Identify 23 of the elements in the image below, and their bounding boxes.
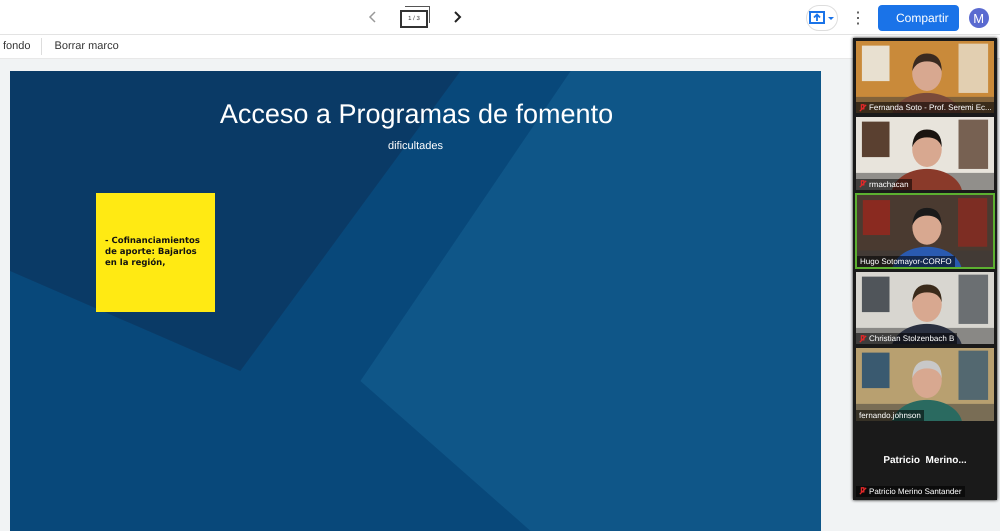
toolbar-item[interactable]: fondo (0, 40, 41, 52)
slide-subtitle: dificultades (388, 140, 444, 152)
account-avatar[interactable]: M (968, 8, 989, 28)
share-button[interactable]: Compartir (878, 5, 959, 31)
participant-name: Fernanda Soto - Prof. Seremi Ec... (869, 103, 992, 112)
more-menu[interactable]: ⋮ (848, 8, 868, 28)
video-tile[interactable]: Christian Stolzenbach B (855, 270, 995, 346)
video-tile[interactable]: rmachacan (855, 116, 995, 191)
video-tile[interactable]: fernando.johnson (855, 347, 995, 422)
video-tile[interactable]: Fernanda Soto - Prof. Seremi Ec... (855, 40, 995, 114)
video-tile[interactable]: Hugo Sotomayor-CORFO (855, 192, 995, 269)
participant-name: Patricio Merino Santander (869, 486, 962, 496)
participant-name: Christian Stolzenbach B (869, 334, 954, 344)
participant-name: fernando.johnson (859, 410, 921, 420)
next-icon[interactable] (452, 10, 462, 24)
sticky-note[interactable]: - Cofinanciamientos de aporte: Bajarlos en la región, (96, 193, 215, 312)
slide-title: Acceso a Programas de fomento (220, 99, 614, 130)
participant-display-name: Patricio Merino... (882, 454, 968, 466)
participant-name: Hugo Sotomayor-CORFO (860, 256, 952, 266)
participant-name: rmachacan (869, 180, 909, 189)
previous-icon[interactable] (368, 10, 378, 24)
toolbar-item[interactable]: Borrar marco (52, 40, 129, 52)
present-button[interactable] (806, 5, 838, 31)
